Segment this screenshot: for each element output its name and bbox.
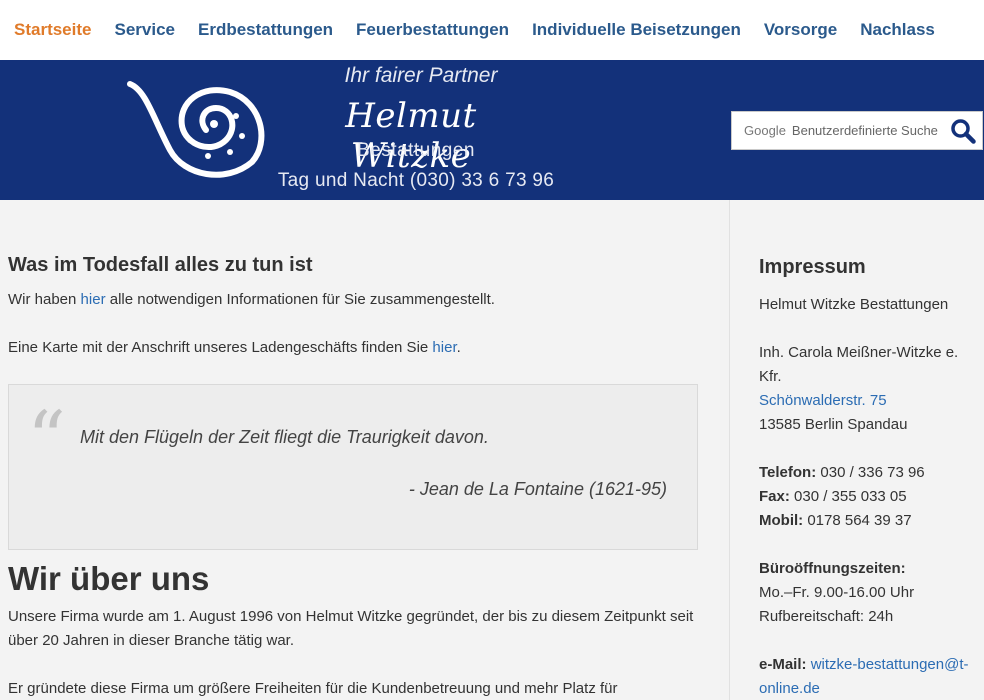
street-link[interactable]: Schönwalderstr. 75 — [759, 389, 887, 413]
email-label: e-Mail: — [759, 656, 807, 673]
paragraph-text: . — [456, 339, 461, 356]
hours-label: Büroöffnungszeiten: — [759, 557, 906, 581]
quote-author: - Jean de La Fontaine (1621-95) — [408, 479, 667, 499]
sidebar-title: Impressum — [759, 256, 866, 278]
nav-item-service[interactable]: Service — [114, 20, 175, 40]
spiral-logo-icon[interactable] — [126, 80, 266, 182]
oncall-value: Rufbereitschaft: 24h — [759, 608, 894, 625]
paragraph-info: Wir haben hier alle notwendigen Informat… — [8, 288, 495, 312]
company-name: Helmut Witzke Bestattungen — [759, 296, 949, 313]
nav-item-individuelle-beisetzungen[interactable]: Individuelle Beisetzungen — [532, 20, 741, 40]
nav-item-startseite[interactable]: Startseite — [14, 20, 91, 40]
fax-line: Fax: 030 / 355 033 05 — [759, 485, 907, 509]
city: 13585 Berlin Spandau — [759, 416, 908, 433]
phone-line: Telefon: 030 / 336 73 96 — [759, 461, 925, 485]
search-input[interactable] — [791, 123, 942, 138]
search-box: Google — [731, 111, 983, 150]
owner-line-1: Inh. Carola Meißner-Witzke e. — [759, 344, 959, 361]
nav-item-nachlass[interactable]: Nachlass — [860, 20, 935, 40]
main-content: Was im Todesfall alles zu tun ist Wir ha… — [0, 200, 730, 700]
info-link[interactable]: hier — [81, 291, 106, 308]
section-title-todesfall: Was im Todesfall alles zu tun ist — [8, 254, 313, 276]
about-line-1: Unsere Firma wurde am 1. August 1996 von… — [8, 608, 694, 625]
mobile-label: Mobil: — [759, 512, 804, 529]
mobile-line: Mobil: 0178 564 39 37 — [759, 509, 912, 533]
email-link[interactable]: witzke-bestattungen@t- — [811, 656, 969, 673]
section-title-about: Wir über uns — [8, 560, 210, 597]
paragraph-map: Eine Karte mit der Anschrift unseres Lad… — [8, 336, 461, 360]
google-label: Google — [744, 123, 786, 138]
quote-text: Mit den Flügeln der Zeit fliegt die Trau… — [80, 427, 489, 447]
nav-item-erdbestattungen[interactable]: Erdbestattungen — [198, 20, 333, 40]
phone-value: 030 / 336 73 96 — [816, 464, 925, 481]
main-nav: Startseite Service Erdbestattungen Feuer… — [0, 0, 984, 60]
fax-value: 030 / 355 033 05 — [789, 488, 907, 505]
paragraph-text: alle notwendigen Informationen für Sie z… — [105, 291, 495, 308]
header-brand-name: Helmut Witzke — [345, 96, 477, 176]
sidebar-impressum: Impressum Helmut Witzke Bestattungen Inh… — [759, 200, 984, 700]
hours-label-text: Büroöffnungszeiten: — [759, 560, 906, 577]
quote-mark-icon: “ — [27, 394, 66, 483]
paragraph-text: Wir haben — [8, 291, 81, 308]
header-tagline: Ihr fairer Partner — [344, 64, 498, 87]
nav-item-feuerbestattungen[interactable]: Feuerbestattungen — [356, 20, 509, 40]
map-link[interactable]: hier — [432, 339, 456, 356]
quote-block: “ Mit den Flügeln der Zeit fliegt die Tr… — [8, 384, 698, 550]
phone-label: Telefon: — [759, 464, 817, 481]
header-brand-subtitle: Bestattungen — [357, 140, 475, 161]
hours-value: Mo.–Fr. 9.00-16.00 Uhr — [759, 584, 915, 601]
search-icon[interactable] — [950, 118, 976, 144]
header-phone: Tag und Nacht (030) 33 6 73 96 — [277, 170, 555, 191]
paragraph-text: Eine Karte mit der Anschrift unseres Lad… — [8, 339, 433, 356]
about-line-3: Er gründete diese Firma um größere Freih… — [8, 680, 618, 697]
email-line: e-Mail: witzke-bestattungen@t- — [759, 653, 969, 677]
about-line-2: über 20 Jahren in dieser Branche tätig w… — [8, 632, 295, 649]
nav-item-vorsorge[interactable]: Vorsorge — [764, 20, 837, 40]
fax-label: Fax: — [759, 488, 790, 505]
owner-line-2: Kfr. — [759, 368, 782, 385]
mobile-value: 0178 564 39 37 — [803, 512, 912, 529]
sidebar-divider — [729, 200, 730, 700]
email-link-continued[interactable]: online.de — [759, 677, 820, 700]
